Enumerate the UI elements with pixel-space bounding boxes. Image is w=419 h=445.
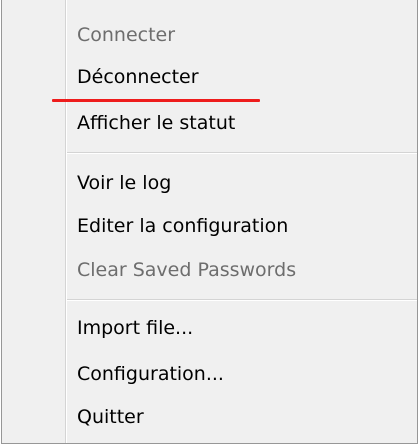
- context-menu: Connecter Déconnecter Afficher le statut…: [1, 0, 418, 444]
- gutter-divider-highlight: [66, 0, 67, 443]
- menu-item-configuration[interactable]: Configuration...: [77, 359, 224, 389]
- annotation-underline: [52, 99, 260, 102]
- menu-item-view-log[interactable]: Voir le log: [77, 168, 171, 198]
- menu-separator: [67, 299, 417, 301]
- menu-item-show-status[interactable]: Afficher le statut: [77, 108, 235, 138]
- menu-item-connect: Connecter: [77, 24, 176, 46]
- menu-item-clear-passwords: Clear Saved Passwords: [77, 259, 297, 281]
- menu-item-edit-config[interactable]: Editer la configuration: [77, 211, 288, 241]
- menu-separator: [67, 152, 417, 154]
- menu-item-disconnect[interactable]: Déconnecter: [77, 62, 199, 92]
- menu-item-import-file[interactable]: Import file...: [77, 313, 193, 343]
- menu-item-quit[interactable]: Quitter: [77, 402, 144, 432]
- menu-icon-gutter: [2, 0, 65, 443]
